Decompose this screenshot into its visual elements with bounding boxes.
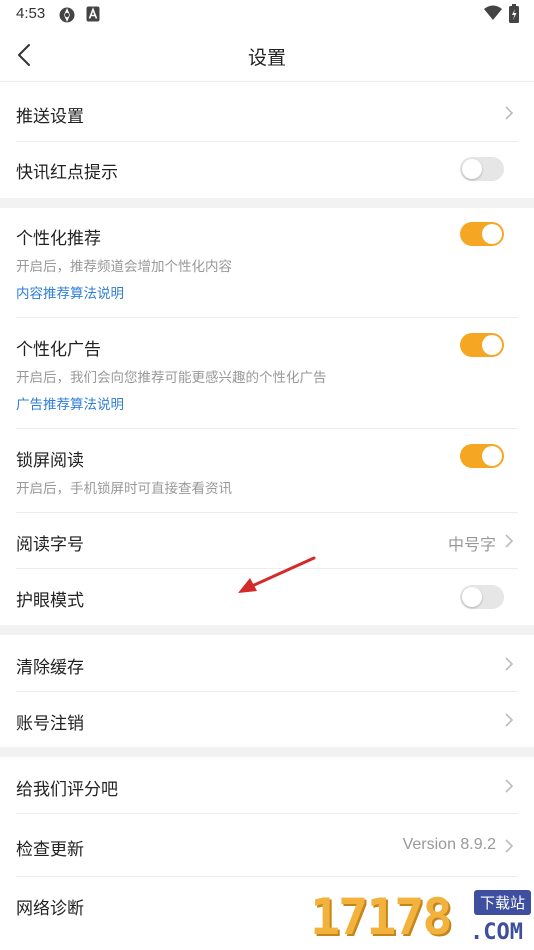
section-gap [0, 625, 534, 635]
watermark-logo: 17178 下载站 .COM [310, 886, 534, 950]
setting-label: 给我们评分吧 [16, 780, 118, 800]
chevron-right-icon [505, 713, 514, 727]
aperture-icon [59, 7, 75, 23]
setting-row-flash-dot: 快讯红点提示 [0, 142, 534, 198]
toggle-switch[interactable] [460, 333, 504, 357]
toggle-switch[interactable] [460, 222, 504, 246]
setting-label: 个性化广告 [16, 340, 101, 360]
setting-row-lockscreen-reading: 锁屏阅读 开启后，手机锁屏时可直接查看资讯 [0, 429, 534, 512]
setting-subtitle: 开启后，我们会向您推荐可能更感兴趣的个性化广告 [16, 370, 327, 386]
chevron-right-icon [505, 657, 514, 671]
setting-label: 清除缓存 [16, 658, 84, 678]
setting-row-rate-us[interactable]: 给我们评分吧 [0, 757, 534, 813]
section-gap [0, 198, 534, 208]
setting-subtitle: 开启后，手机锁屏时可直接查看资讯 [16, 481, 232, 497]
chevron-right-icon [505, 839, 514, 853]
setting-label: 锁屏阅读 [16, 451, 84, 471]
setting-row-push[interactable]: 推送设置 [0, 84, 534, 141]
version-value: Version 8.9.2 [402, 836, 496, 853]
a-badge-icon [86, 6, 100, 22]
chevron-right-icon [505, 779, 514, 793]
chevron-right-icon [505, 534, 514, 548]
chevron-right-icon [505, 106, 514, 120]
algorithm-link[interactable]: 广告推荐算法说明 [16, 393, 124, 413]
setting-label: 阅读字号 [16, 535, 84, 555]
setting-row-clear-cache[interactable]: 清除缓存 [0, 635, 534, 691]
watermark-badge: 下载站 [474, 890, 532, 915]
setting-row-delete-account[interactable]: 账号注销 [0, 692, 534, 747]
page-title: 设置 [247, 47, 286, 69]
setting-label: 快讯红点提示 [16, 163, 118, 183]
setting-label: 网络诊断 [16, 899, 84, 919]
setting-label: 推送设置 [16, 107, 84, 127]
section-gap [0, 747, 534, 757]
setting-subtitle: 开启后，推荐频道会增加个性化内容 [16, 259, 232, 275]
battery-icon [509, 4, 519, 23]
toggle-switch[interactable] [460, 585, 504, 609]
setting-row-personalized-ads: 个性化广告 开启后，我们会向您推荐可能更感兴趣的个性化广告 广告推荐算法说明 [0, 318, 534, 428]
status-bar: 4:53 [0, 0, 534, 28]
toggle-switch[interactable] [460, 444, 504, 468]
algorithm-link[interactable]: 内容推荐算法说明 [16, 282, 124, 302]
setting-label: 个性化推荐 [16, 229, 101, 249]
watermark-digits: 17178 [310, 888, 453, 946]
setting-row-check-update[interactable]: 检查更新 Version 8.9.2 [0, 814, 534, 876]
setting-value: 中号字 [447, 537, 496, 554]
toggle-switch[interactable] [460, 157, 504, 181]
annotation-arrow-icon [238, 556, 316, 593]
watermark-domain: .COM [470, 920, 523, 945]
setting-label: 检查更新 [16, 840, 84, 860]
nav-bar: 设置 [0, 28, 534, 82]
setting-label: 护眼模式 [16, 591, 84, 611]
setting-row-personalized-recommend: 个性化推荐 开启后，推荐频道会增加个性化内容 内容推荐算法说明 [0, 208, 534, 317]
setting-label: 账号注销 [16, 714, 84, 734]
wifi-icon [484, 5, 502, 20]
status-time: 4:53 [16, 5, 46, 22]
